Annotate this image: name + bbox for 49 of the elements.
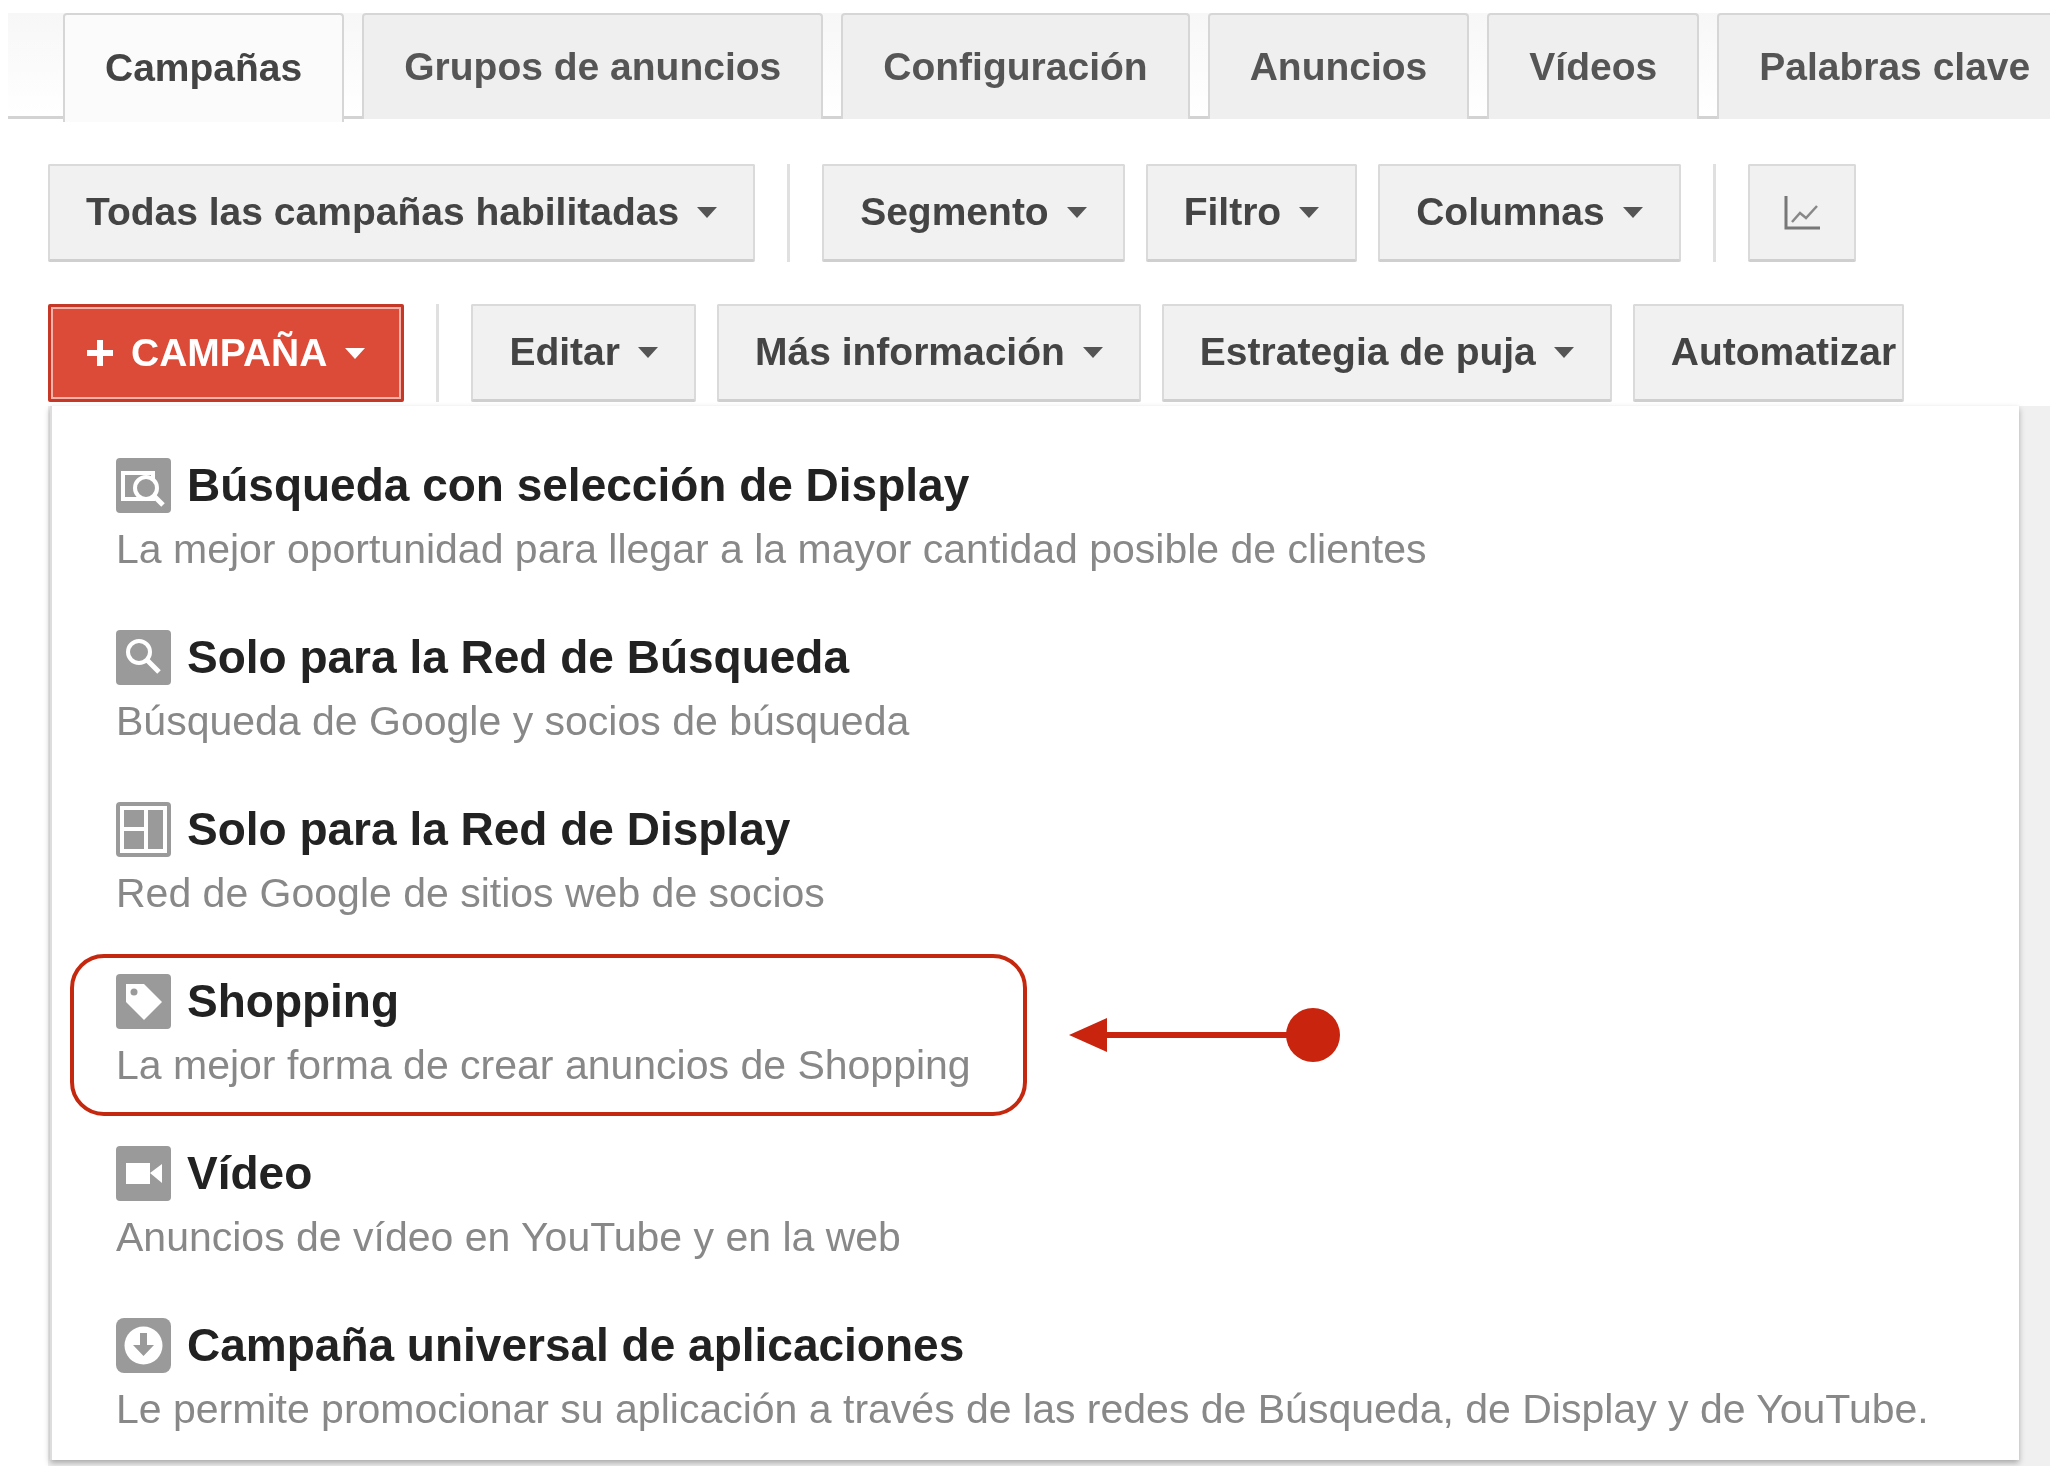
item-title: Campaña universal de aplicaciones	[187, 1318, 965, 1373]
item-title: Solo para la Red de Búsqueda	[187, 630, 850, 685]
item-title: Búsqueda con selección de Display	[187, 458, 970, 513]
tab[interactable]: Campañas	[63, 13, 345, 122]
item-title: Shopping	[187, 974, 400, 1029]
search-display-icon	[116, 457, 171, 513]
chart-button[interactable]	[1747, 164, 1856, 262]
caret-icon	[637, 347, 658, 358]
layout-icon	[116, 801, 171, 857]
tab[interactable]: Grupos de anuncios	[362, 13, 824, 119]
line-chart-icon	[1783, 195, 1820, 230]
caret-icon	[1553, 347, 1574, 358]
tab[interactable]: Palabras clave	[1717, 13, 2050, 119]
toolbar-button[interactable]: Automatizar	[1632, 304, 1905, 402]
dropdown-button[interactable]: Más información	[716, 304, 1141, 402]
dropdown-button[interactable]: Columnas	[1378, 164, 1681, 262]
item-title: Vídeo	[187, 1146, 313, 1201]
menu-item[interactable]: Solo para la Red de Búsqueda Búsqueda de Google y socios de búsqueda	[70, 610, 966, 772]
item-description: Le permite promocionar su aplicación a través de las redes de Búsqueda, de Display y de YouTube.	[116, 1385, 1929, 1434]
dropdown-button[interactable]: Estrategia de puja	[1161, 304, 1612, 402]
tab[interactable]: Anuncios	[1207, 13, 1470, 119]
tab[interactable]: Vídeos	[1487, 13, 1700, 119]
download-icon	[116, 1317, 171, 1373]
caret-icon	[1066, 207, 1087, 218]
item-description: Red de Google de sitios web de socios	[116, 869, 825, 918]
caret-icon	[1082, 347, 1103, 358]
caret-icon	[1299, 207, 1320, 218]
search-icon	[116, 629, 171, 685]
item-description: Anuncios de vídeo en YouTube y en la web	[116, 1213, 901, 1262]
menu-item[interactable]: Solo para la Red de Display Red de Google de sitios web de socios	[70, 782, 881, 944]
item-description: La mejor oportunidad para llegar a la mayor cantidad posible de clientes	[116, 525, 1427, 574]
tab[interactable]: Configuración	[841, 13, 1190, 119]
item-description: Búsqueda de Google y socios de búsqueda	[116, 697, 910, 746]
dropdown-button[interactable]: Filtro	[1145, 164, 1358, 262]
dropdown-button[interactable]: Todas las campañas habilitadas	[48, 164, 756, 262]
dropdown-button[interactable]: Segmento	[822, 164, 1125, 262]
menu-item[interactable]: Vídeo Anuncios de vídeo en YouTube y en la web	[70, 1126, 957, 1288]
caret-icon	[1622, 207, 1643, 218]
caret-icon	[345, 347, 366, 359]
menu-item[interactable]: Búsqueda con selección de Display La mejor oportunidad para llegar a la mayor cantidad posible de clientes	[70, 438, 1483, 600]
tag-icon	[116, 973, 171, 1029]
new-campaign-button[interactable]: CAMPAÑA	[48, 304, 405, 402]
item-title: Solo para la Red de Display	[187, 802, 791, 857]
menu-item[interactable]: Campaña universal de aplicaciones Le permite promocionar su aplicación a través de las redes de Búsqueda, de Display y de YouTube.	[70, 1298, 1985, 1460]
plus-icon	[87, 340, 113, 366]
video-camera-icon	[116, 1145, 171, 1201]
dropdown-button[interactable]: Editar	[471, 304, 696, 402]
caret-icon	[697, 207, 718, 218]
item-description: La mejor forma de crear anuncios de Shopping	[116, 1041, 971, 1090]
